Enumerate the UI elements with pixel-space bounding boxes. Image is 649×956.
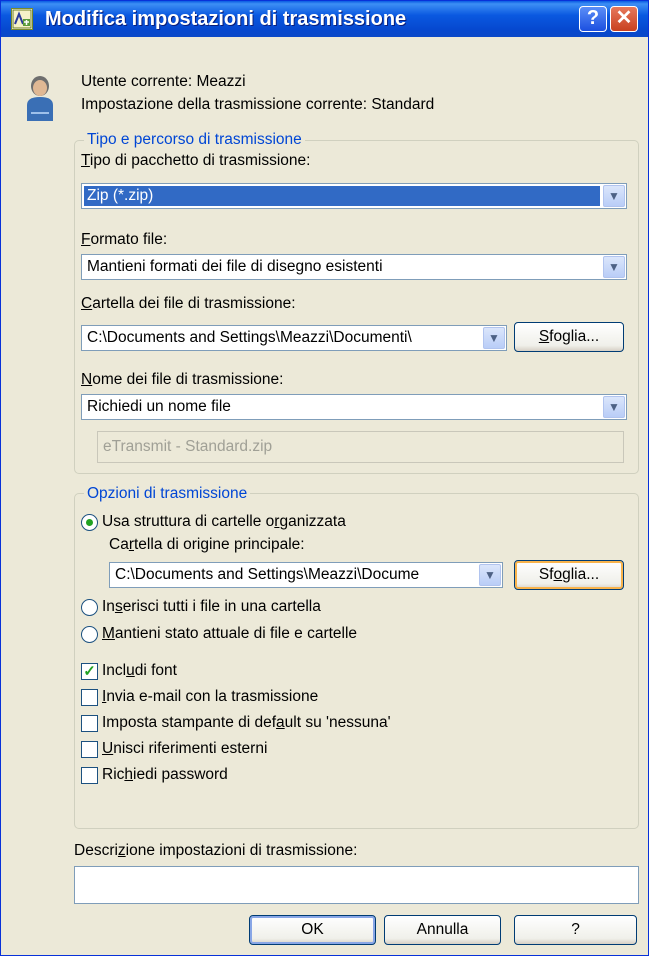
chevron-down-icon[interactable]: ▼ bbox=[603, 396, 625, 418]
transmission-filename-label: Nome dei file di trasmissione: bbox=[81, 371, 284, 388]
transmission-folder-value: C:\Documents and Settings\Meazzi\Documen… bbox=[87, 329, 412, 346]
close-button[interactable]: ✕ bbox=[610, 6, 638, 32]
radio-organized-structure-label[interactable]: Usa struttura di cartelle organizzata bbox=[102, 513, 346, 531]
ok-button[interactable]: OK bbox=[249, 915, 376, 945]
transmission-folder-label: Cartella dei file di trasmissione: bbox=[81, 295, 296, 312]
help-title-button[interactable]: ? bbox=[579, 6, 607, 32]
transmission-filename-select[interactable]: Richiedi un nome file ▼ bbox=[81, 394, 627, 420]
root-folder-value: C:\Documents and Settings\Meazzi\Docume bbox=[115, 566, 420, 583]
user-icon bbox=[27, 76, 53, 121]
transmission-folder-select[interactable]: C:\Documents and Settings\Meazzi\Documen… bbox=[81, 325, 507, 351]
close-icon: ✕ bbox=[615, 7, 633, 29]
checkbox-default-printer[interactable] bbox=[81, 715, 98, 732]
help-button[interactable]: ? bbox=[514, 915, 637, 945]
checkbox-prompt-password-label[interactable]: Richiedi password bbox=[102, 766, 228, 784]
radio-keep-structure-label[interactable]: Mantieni stato attuale di file e cartell… bbox=[102, 625, 357, 643]
package-type-select[interactable]: Zip (*.zip) ▼ bbox=[81, 183, 627, 209]
filename-preview-value: eTransmit - Standard.zip bbox=[103, 438, 273, 455]
radio-selected-dot bbox=[86, 519, 93, 526]
dialog-window: Modifica impostazioni di trasmissione ? … bbox=[0, 0, 649, 956]
window-title: Modifica impostazioni di trasmissione bbox=[45, 8, 407, 30]
file-format-value: Mantieni formati dei file di disegno esi… bbox=[87, 258, 383, 275]
checkbox-send-email[interactable] bbox=[81, 689, 98, 706]
checkbox-bind-xrefs[interactable] bbox=[81, 741, 98, 758]
transmission-filename-value: Richiedi un nome file bbox=[87, 398, 231, 415]
checkbox-include-fonts-label[interactable]: Includi font bbox=[102, 662, 177, 680]
chevron-down-icon[interactable]: ▼ bbox=[483, 327, 505, 349]
description-input[interactable] bbox=[74, 866, 639, 904]
radio-organized-structure[interactable] bbox=[81, 514, 98, 531]
checkbox-default-printer-label[interactable]: Imposta stampante di default su 'nessuna… bbox=[102, 714, 391, 732]
cancel-button[interactable]: Annulla bbox=[384, 915, 501, 945]
file-format-select[interactable]: Mantieni formati dei file di disegno esi… bbox=[81, 254, 627, 280]
chevron-down-icon[interactable]: ▼ bbox=[479, 564, 501, 586]
browse-folder-button[interactable]: Sfoglia... bbox=[514, 322, 624, 352]
browse-root-folder-button[interactable]: Sfoglia... bbox=[514, 560, 624, 590]
file-format-label: Formato file: bbox=[81, 231, 168, 248]
help-icon: ? bbox=[586, 7, 600, 29]
checkbox-send-email-label[interactable]: Invia e-mail con la trasmissione bbox=[102, 688, 318, 706]
title-bar[interactable]: Modifica impostazioni di trasmissione ? … bbox=[1, 1, 648, 37]
autocad-app-icon bbox=[11, 8, 33, 30]
checkbox-bind-xrefs-label[interactable]: Unisci riferimenti esterni bbox=[102, 740, 267, 758]
transmission-type-legend: Tipo e percorso di trasmissione bbox=[84, 131, 305, 149]
transmission-options-legend: Opzioni di trasmissione bbox=[84, 485, 251, 503]
package-type-value: Zip (*.zip) bbox=[84, 186, 600, 206]
package-type-label: Tipo di pacchetto di trasmissione: bbox=[81, 152, 311, 169]
radio-keep-structure[interactable] bbox=[81, 626, 98, 643]
radio-single-folder[interactable] bbox=[81, 599, 98, 616]
chevron-down-icon[interactable]: ▼ bbox=[603, 185, 625, 207]
radio-single-folder-label[interactable]: Inserisci tutti i file in una cartella bbox=[102, 598, 321, 616]
checkbox-include-fonts[interactable]: ✓ bbox=[81, 663, 98, 680]
root-folder-label: Cartella di origine principale: bbox=[109, 536, 305, 553]
filename-preview-field: eTransmit - Standard.zip bbox=[97, 431, 624, 463]
root-folder-select[interactable]: C:\Documents and Settings\Meazzi\Docume … bbox=[109, 562, 503, 588]
current-setting-text: Impostazione della trasmissione corrente… bbox=[81, 96, 435, 113]
checkbox-prompt-password[interactable] bbox=[81, 767, 98, 784]
current-user-text: Utente corrente: Meazzi bbox=[81, 73, 246, 90]
description-label: Descrizione impostazioni di trasmissione… bbox=[74, 842, 358, 859]
chevron-down-icon[interactable]: ▼ bbox=[603, 256, 625, 278]
